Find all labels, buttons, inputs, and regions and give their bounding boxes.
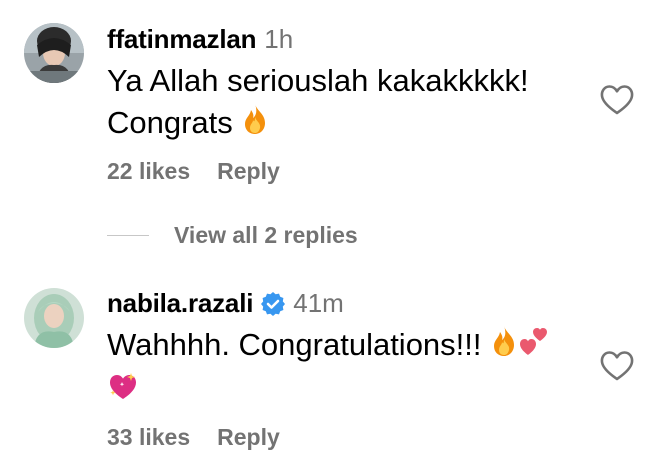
comment-text: Ya Allah seriouslah kakakkkkk! Congrats xyxy=(107,60,587,146)
reply-button[interactable]: Reply xyxy=(217,158,280,185)
two-hearts-emoji-icon xyxy=(518,325,550,368)
avatar[interactable] xyxy=(24,23,84,83)
view-replies-button[interactable]: View all 2 replies xyxy=(107,222,358,249)
fire-emoji-icon xyxy=(490,325,518,368)
username-link[interactable]: ffatinmazlan xyxy=(107,24,256,55)
comment-actions: 33 likes Reply xyxy=(107,424,280,451)
like-heart-icon[interactable] xyxy=(599,84,635,116)
likes-count-button[interactable]: 22 likes xyxy=(107,158,190,185)
comment-header: ffatinmazlan 1h xyxy=(107,24,293,55)
like-heart-icon[interactable] xyxy=(599,350,635,382)
sparkling-heart-emoji-icon xyxy=(107,370,139,413)
reply-button[interactable]: Reply xyxy=(217,424,280,451)
comment-text-content: Wahhhh. Congratulations!!! xyxy=(107,327,482,362)
replies-divider-line xyxy=(107,235,149,236)
verified-badge-icon xyxy=(261,291,286,316)
likes-count-button[interactable]: 33 likes xyxy=(107,424,190,451)
comment-text-content: Ya Allah seriouslah kakakkkkk! Congrats xyxy=(107,63,529,140)
timestamp[interactable]: 1h xyxy=(264,24,293,55)
comment-text: Wahhhh. Congratulations!!! xyxy=(107,324,587,413)
username-link[interactable]: nabila.razali xyxy=(107,288,253,319)
avatar[interactable] xyxy=(24,288,84,348)
fire-emoji-icon xyxy=(241,103,269,146)
comment-actions: 22 likes Reply xyxy=(107,158,280,185)
timestamp[interactable]: 41m xyxy=(293,288,344,319)
view-replies-label: View all 2 replies xyxy=(174,222,358,248)
comment-header: nabila.razali 41m xyxy=(107,288,344,319)
